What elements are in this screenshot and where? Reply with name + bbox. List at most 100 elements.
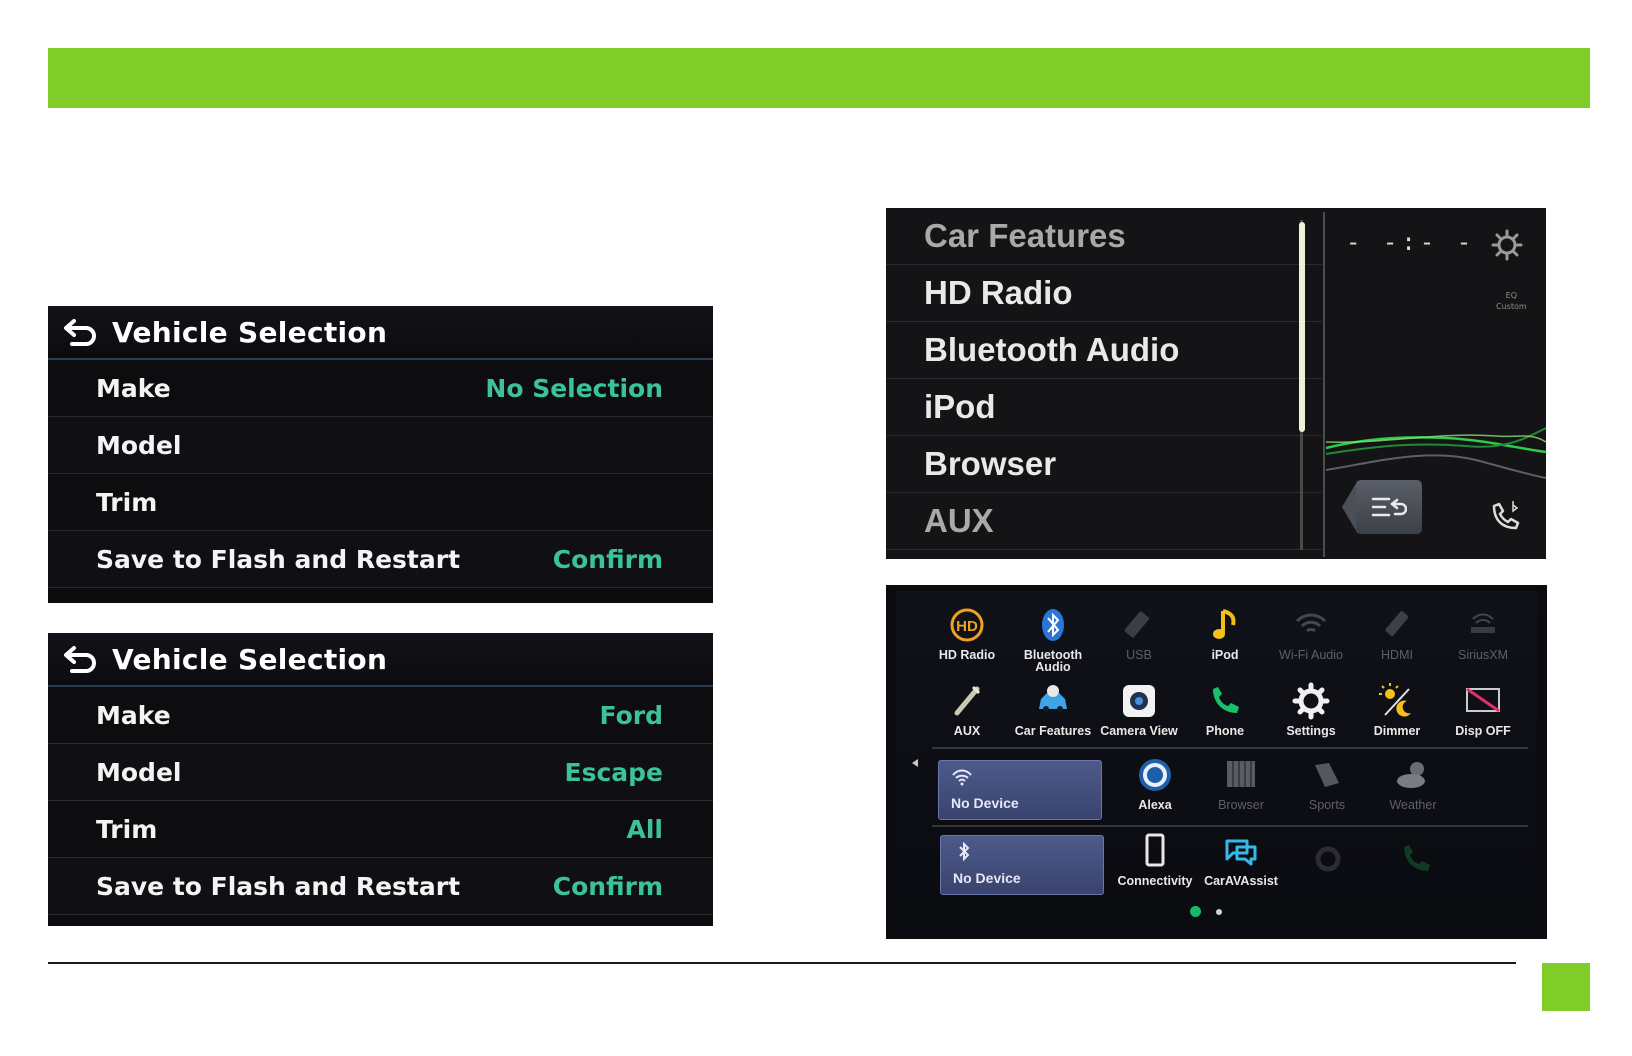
app-car-features[interactable]: Car Features <box>1010 681 1096 737</box>
app-camera-view[interactable]: Camera View <box>1096 681 1182 737</box>
music-note-icon <box>1213 609 1236 639</box>
app-label: CarAVAssist <box>1204 874 1278 888</box>
make-row[interactable]: Make Ford <box>48 687 713 744</box>
model-value: Escape <box>564 757 664 787</box>
app-label: Dimmer <box>1373 724 1421 738</box>
app-alexa[interactable]: Alexa <box>1112 755 1198 811</box>
confirm-button[interactable]: Confirm <box>553 872 663 901</box>
faded-phone-icon <box>1404 845 1430 871</box>
bluetooth-phone-icon[interactable] <box>1486 498 1524 536</box>
trim-row[interactable]: Trim <box>48 474 713 531</box>
app-phone[interactable]: Phone <box>1182 681 1268 737</box>
page-indicator-active[interactable] <box>1190 906 1201 917</box>
footer-divider <box>48 962 1516 964</box>
source-back-button[interactable] <box>1356 480 1422 534</box>
app-hd-radio[interactable]: HD HD Radio <box>924 605 1010 661</box>
app-browser[interactable]: Browser <box>1198 755 1284 811</box>
make-row[interactable]: Make No Selection <box>48 360 713 417</box>
make-value: No Selection <box>485 373 663 403</box>
save-restart-label: Save to Flash and Restart <box>96 544 461 574</box>
app-disp-off[interactable]: Disp OFF <box>1440 681 1526 737</box>
model-row[interactable]: Model Escape <box>48 744 713 801</box>
svg-text:HD: HD <box>956 618 978 635</box>
eq-indicator: EQ Custom <box>1496 290 1527 312</box>
eq-label: EQ <box>1505 291 1517 300</box>
app-label: USB <box>1126 648 1152 662</box>
source-item-car-features[interactable]: Car Features <box>886 208 1322 265</box>
app-aux[interactable]: AUX <box>924 681 1010 737</box>
alexa-icon <box>1139 759 1171 791</box>
back-arrow-icon[interactable] <box>60 642 100 676</box>
app-label: Bluetooth Audio <box>1023 648 1083 674</box>
make-value: Ford <box>599 700 663 730</box>
app-label: HD Radio <box>938 648 996 662</box>
back-arrow-icon[interactable] <box>60 315 100 349</box>
app-label: Phone <box>1205 724 1245 738</box>
app-label: iPod <box>1211 648 1239 662</box>
eq-preset: Custom <box>1496 302 1527 311</box>
dimmer-icon <box>1379 683 1411 717</box>
trim-value: All <box>626 814 664 844</box>
aux-cable-icon <box>954 685 981 716</box>
app-siriusxm[interactable]: SiriusXM <box>1440 605 1526 661</box>
page-indicator[interactable] <box>1216 909 1222 915</box>
wifi-device-tile[interactable]: No Device <box>938 760 1102 820</box>
settings-gear-icon[interactable] <box>1490 228 1524 262</box>
bluetooth-icon <box>1042 609 1064 641</box>
app-settings[interactable]: Settings <box>1268 681 1354 737</box>
source-item-aux[interactable]: AUX <box>886 493 1322 550</box>
hd-radio-icon: HD <box>950 608 984 642</box>
make-label: Make <box>96 373 171 403</box>
camera-icon <box>1123 685 1155 717</box>
settings-gear-icon <box>1292 682 1330 720</box>
source-item-bluetooth-audio[interactable]: Bluetooth Audio <box>886 322 1322 379</box>
page-left-arrow-icon[interactable] <box>912 759 918 767</box>
page-title: Vehicle Selection <box>112 315 388 349</box>
phone-icon <box>1213 687 1239 713</box>
home-menu-screen: HD HD Radio Bluetooth Audio USB iPod Wi-… <box>886 585 1547 939</box>
app-caravassist[interactable]: CarAVAssist <box>1198 831 1284 887</box>
source-item-hd-radio[interactable]: HD Radio <box>886 265 1322 322</box>
app-hdmi[interactable]: HDMI <box>1354 605 1440 661</box>
app-ipod[interactable]: iPod <box>1182 605 1268 661</box>
source-item-ipod[interactable]: iPod <box>886 379 1322 436</box>
list-back-icon <box>1371 497 1407 517</box>
app-wifi-audio[interactable]: Wi-Fi Audio <box>1268 605 1354 661</box>
model-row[interactable]: Model <box>48 417 713 474</box>
source-item-browser[interactable]: Browser <box>886 436 1322 493</box>
bluetooth-icon <box>959 842 970 862</box>
app-usb[interactable]: USB <box>1096 605 1182 661</box>
page-title: Vehicle Selection <box>112 642 388 676</box>
app-bluetooth-audio[interactable]: Bluetooth Audio <box>1010 605 1096 673</box>
vehicle-selection-header: Vehicle Selection <box>48 633 713 687</box>
source-list-screen: Car Features HD Radio Bluetooth Audio iP… <box>886 208 1546 559</box>
hdmi-icon <box>1385 611 1409 636</box>
source-list: Car Features HD Radio Bluetooth Audio iP… <box>886 208 1322 559</box>
model-label: Model <box>96 430 182 460</box>
app-dimmer[interactable]: Dimmer <box>1354 681 1440 737</box>
save-restart-row[interactable]: Save to Flash and Restart Confirm <box>48 858 713 915</box>
save-restart-row[interactable]: Save to Flash and Restart Confirm <box>48 531 713 588</box>
caravassist-icon <box>1225 839 1257 866</box>
clock-display: - -:- - <box>1346 228 1476 256</box>
app-sports[interactable]: Sports <box>1284 755 1370 811</box>
app-weather[interactable]: Weather <box>1370 755 1456 811</box>
wifi-device-label: No Device <box>951 795 1019 811</box>
wifi-audio-icon <box>1295 613 1327 633</box>
divider <box>932 825 1528 827</box>
app-label: Camera View <box>1100 724 1178 738</box>
app-label: Alexa <box>1138 798 1172 812</box>
bluetooth-device-tile[interactable]: No Device <box>940 835 1104 895</box>
app-connectivity[interactable]: Connectivity <box>1112 831 1198 887</box>
weather-icon <box>1397 762 1425 788</box>
scrollbar-thumb[interactable] <box>1299 222 1305 432</box>
vehicle-selection-panel-set: Vehicle Selection Make Ford Model Escape… <box>48 633 713 926</box>
siriusxm-icon <box>1471 613 1495 633</box>
bluetooth-device-label: No Device <box>953 870 1021 886</box>
divider <box>1323 212 1325 557</box>
confirm-button[interactable]: Confirm <box>553 545 663 574</box>
trim-row[interactable]: Trim All <box>48 801 713 858</box>
app-label: Sports <box>1308 798 1346 812</box>
vehicle-selection-header: Vehicle Selection <box>48 306 713 360</box>
trim-label: Trim <box>96 487 158 517</box>
